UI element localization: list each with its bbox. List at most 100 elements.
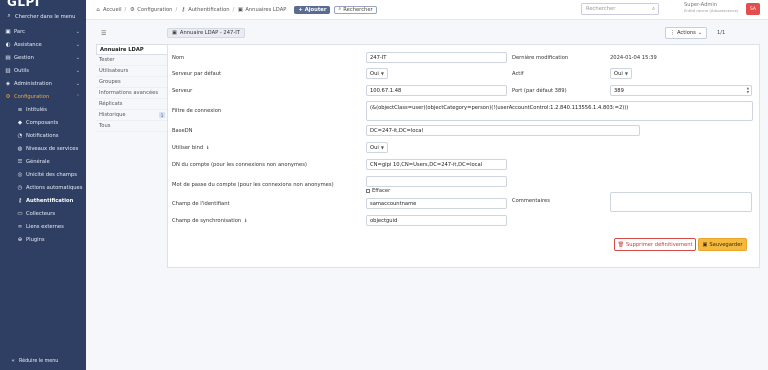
sub-item-niveaux-services[interactable]: ◍ Niveaux de services [0,142,86,155]
rootdn-input[interactable]: CN=glpi 10,CN=Users,DC=247-it,DC=local [366,159,507,170]
nav-item-parc[interactable]: ▣ Parc ⌄ [0,25,86,38]
box-icon: ▣ [5,28,11,35]
sub-item-label: Intitulés [26,106,47,113]
bell-icon: ◔ [17,132,23,139]
sub-item-notifications[interactable]: ◔ Notifications [0,129,86,142]
tab-tester[interactable]: Tester [96,55,167,66]
breadcrumb-home[interactable]: Accueil [103,7,122,13]
tab-informations-avancees[interactable]: Informations avancées [96,88,167,99]
more-vertical-icon: ⋮ [669,30,675,36]
item-tabs: Annuaire LDAP Tester Utilisateurs Groupe… [96,44,167,132]
global-search-input[interactable]: Rechercher ⌕ [581,3,659,15]
main-nav: ▣ Parc ⌄ ◐ Assistance ⌄ ▤ Gestion ⌄ ▥ Ou… [0,25,86,246]
collapse-menu-button[interactable]: « Réduire le menu [0,358,58,364]
list-view-icon[interactable]: ☰ [101,30,106,37]
tab-replicats[interactable]: Réplicats [96,99,167,110]
chevron-down-icon: ▼ [380,145,384,150]
glpi-logo: GLPI [7,0,40,9]
server-input[interactable]: 100.67.1.48 [366,85,507,96]
sub-item-actions-auto[interactable]: ◷ Actions automatiques [0,181,86,194]
clear-password-checkbox[interactable]: Effacer [366,188,390,194]
breadcrumb-configuration[interactable]: Configuration [137,7,172,13]
tab-annuaire-ldap[interactable]: Annuaire LDAP [96,44,167,55]
avatar[interactable]: SA [746,3,760,15]
menu-search[interactable]: ⌕ Chercher dans le menu [0,11,86,22]
sync-label: Champ de synchronisation ℹ [172,218,247,224]
basedn-label: BaseDN [172,128,193,134]
nav-item-assistance[interactable]: ◐ Assistance ⌄ [0,38,86,51]
nav-item-outils[interactable]: ▥ Outils ⌄ [0,64,86,77]
user-menu[interactable]: Super-Admin Entité racine (Arborescence) [684,2,738,14]
basedn-input[interactable]: DC=247-it,DC=local [366,125,640,136]
actions-button[interactable]: ⋮ Actions ⌄ [665,27,707,39]
nav-item-gestion[interactable]: ▤ Gestion ⌄ [0,51,86,64]
search-icon: ⌕ [338,6,342,12]
sub-item-liens-externes[interactable]: ∞ Liens externes [0,220,86,233]
sidebar: GLPI ⌕ Chercher dans le menu ▣ Parc ⌄ ◐ … [0,0,86,370]
nav-item-administration[interactable]: ◈ Administration ⌄ [0,77,86,90]
tab-tous[interactable]: Tous [96,121,167,132]
name-input[interactable]: 247-IT [366,52,507,63]
last-modified-value: 2024-01-04 15:39 [610,55,657,61]
identifier-input[interactable]: samaccountname [366,198,507,209]
save-icon: ▣ [702,241,708,248]
breadcrumb-authentification[interactable]: Authentification [188,7,229,13]
tab-utilisateurs[interactable]: Utilisateurs [96,66,167,77]
sub-item-generale[interactable]: ☰ Générale [0,155,86,168]
search-button-label: Rechercher [343,6,373,13]
gear-icon: ⚙ [5,93,11,100]
sync-input[interactable]: objectguid [366,215,507,226]
home-icon: ⌂ [96,6,100,13]
info-icon[interactable]: ℹ [245,219,247,224]
tab-groupes[interactable]: Groupes [96,77,167,88]
rootdn-label: DN du compte (pour les connexions non an… [172,162,307,168]
password-input[interactable] [366,176,507,187]
nav-item-label: Outils [14,67,29,74]
plug-icon: ⊕ [17,236,23,243]
user-entity: Entité racine (Arborescence) [684,8,739,13]
key-icon: ⚷ [181,6,186,13]
breadcrumb-annuaires[interactable]: Annuaires LDAP [245,7,286,13]
active-select[interactable]: Oui ▼ [610,68,632,79]
sub-item-collecteurs[interactable]: ▭ Collecteurs [0,207,86,220]
key-icon: ⚷ [17,197,23,204]
gauge-icon: ◍ [17,145,23,152]
spinner-arrows-icon[interactable]: ▲ ▼ [747,86,749,94]
sub-item-intitules[interactable]: ≡ Intitulés [0,103,86,116]
global-search-placeholder: Rechercher [586,6,616,12]
sub-item-plugins[interactable]: ⊕ Plugins [0,233,86,246]
default-server-select[interactable]: Oui ▼ [366,68,388,79]
search-button[interactable]: ⌕ Rechercher [334,5,377,14]
port-input[interactable]: 389 ▲ ▼ [610,85,752,96]
chevron-down-icon: ⌄ [75,28,80,35]
sub-item-label: Notifications [26,132,59,139]
history-count-badge: 1 [159,112,165,118]
tab-label: Tester [99,57,115,63]
add-button[interactable]: + Ajouter [294,5,331,14]
active-value: Oui [614,70,623,77]
identifier-label: Champ de l'identifiant [172,201,230,207]
delete-permanently-button[interactable]: 🗑 Supprimer définitivement [614,238,696,251]
save-button[interactable]: ▣ Sauvegarder [698,238,747,251]
sub-item-unicite[interactable]: ◎ Unicité des champs [0,168,86,181]
tab-label: Réplicats [99,101,123,107]
sub-item-composants[interactable]: ◆ Composants [0,116,86,129]
clock-icon: ◷ [17,184,23,191]
tab-historique[interactable]: Historique 1 [96,110,167,121]
filter-textarea[interactable]: (&(objectClass=user)(objectCategory=pers… [366,101,753,121]
book-icon: ▣ [237,6,243,13]
checkbox-box[interactable] [366,189,370,193]
tab-label: Utilisateurs [99,68,129,74]
add-button-label: Ajouter [304,6,327,13]
nav-item-configuration[interactable]: ⚙ Configuration ⌃ [0,90,86,103]
chevron-down-icon: ▼ [380,71,384,76]
nav-item-label: Configuration [14,93,50,100]
info-icon[interactable]: ℹ [207,146,209,151]
actions-label: Actions [676,30,696,36]
bind-select[interactable]: Oui ▼ [366,142,388,153]
sub-item-label: Plugins [26,236,45,243]
search-icon: ⌕ [7,13,11,19]
name-label: Nom [172,55,185,61]
sub-item-authentification[interactable]: ⚷ Authentification [0,194,86,207]
comments-textarea[interactable] [610,192,752,212]
